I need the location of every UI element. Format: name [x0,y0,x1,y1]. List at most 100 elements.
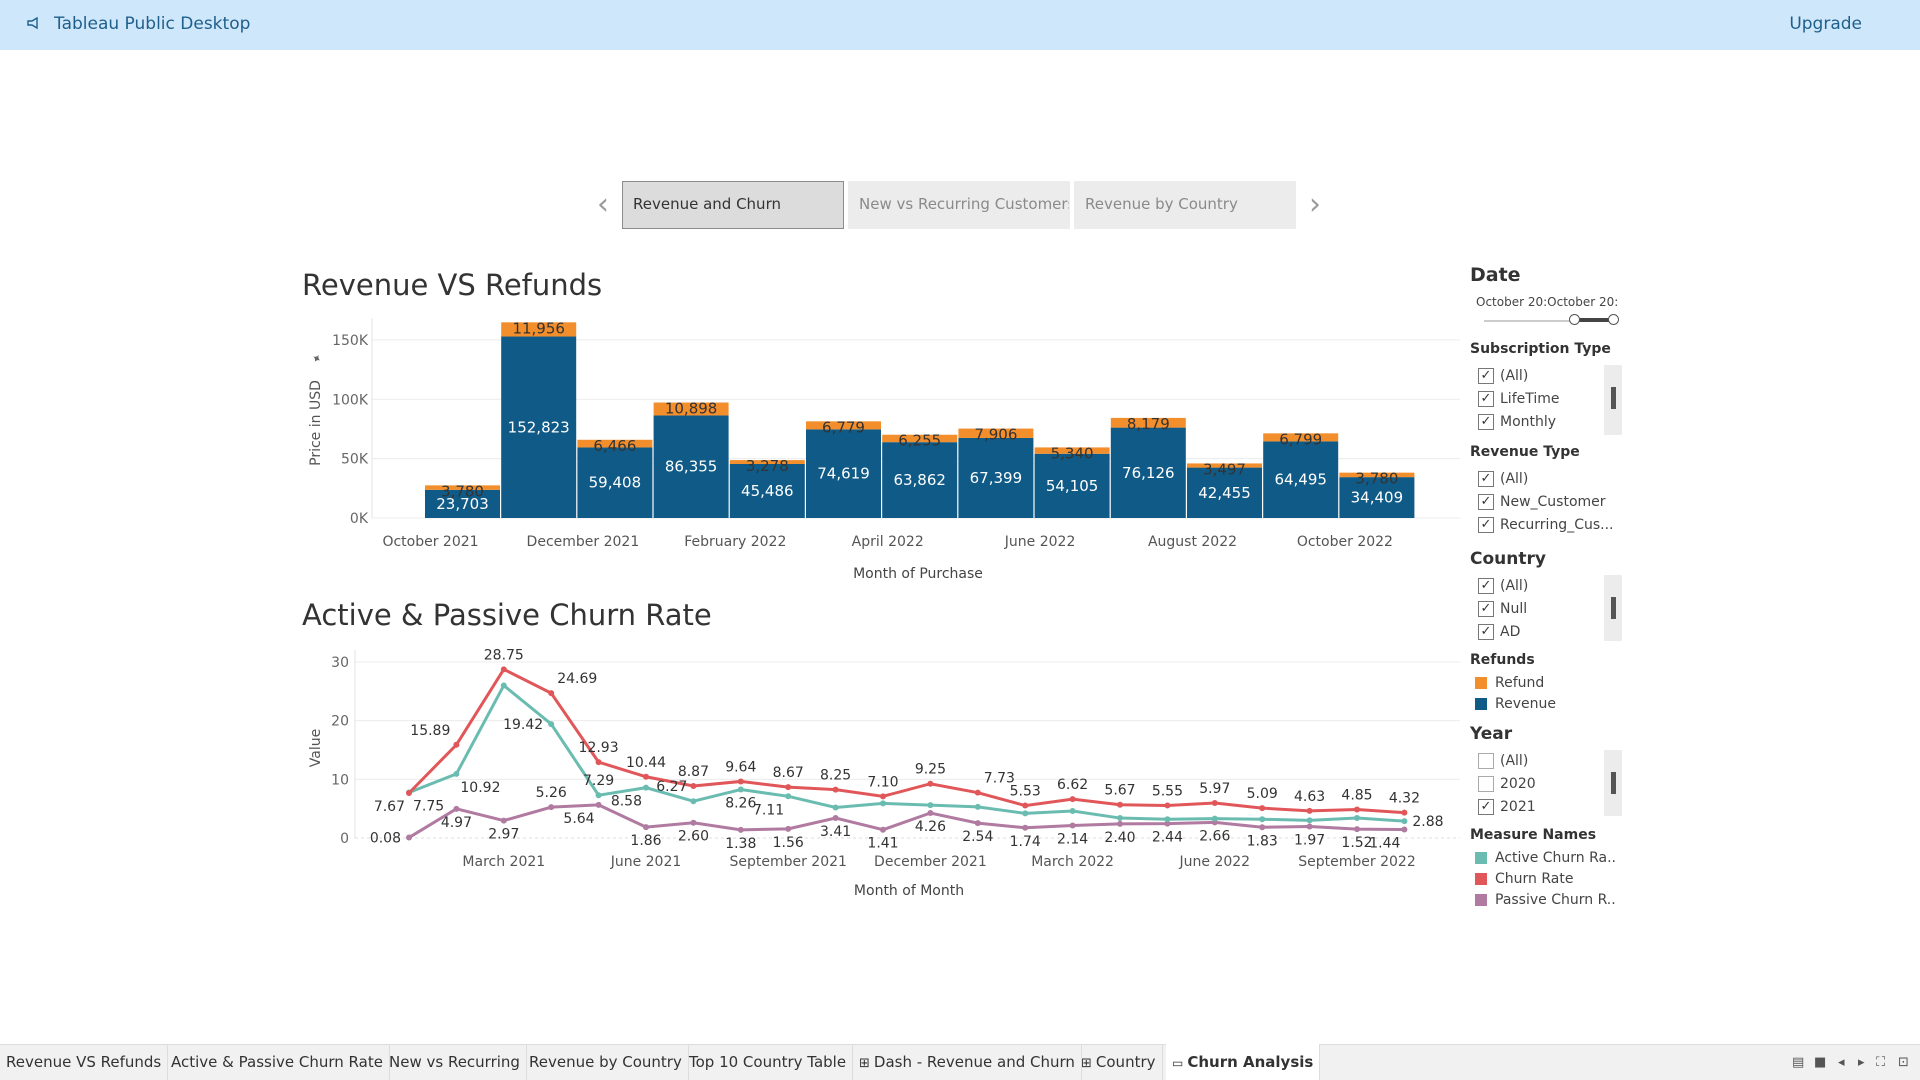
checkbox-icon[interactable]: ✓ [1478,414,1494,430]
x-tick-label: April 2022 [852,534,924,550]
checkbox-icon[interactable]: ✓ [1478,517,1494,533]
filter-option-year-2020[interactable]: 2020 [1478,774,1536,794]
scrollbar-thumb[interactable] [1611,387,1616,409]
data-point [500,817,507,824]
scrollbar-thumb[interactable] [1611,772,1616,794]
country-scrollbar[interactable] [1604,575,1622,641]
data-point [832,814,839,821]
filter-option-subscription-all[interactable]: ✓ (All) [1478,366,1528,386]
legend-item-revenue[interactable]: Revenue [1475,695,1556,713]
dashboard-icon: ⊞ [859,1056,870,1071]
filter-option-revenue-recurring[interactable]: ✓ Recurring_Cus... [1478,515,1614,535]
checkbox-icon[interactable]: ✓ [1478,494,1494,510]
story-point-revenue-by-country[interactable]: Revenue by Country [1074,181,1296,229]
legend-label: Revenue [1495,696,1556,712]
sheet-tab-revenue-by-country[interactable]: Revenue by Country [523,1044,689,1080]
data-point [1306,807,1313,814]
previous-sheet-icon[interactable]: ◂ [1838,1055,1845,1070]
checkbox-icon[interactable]: ✓ [1478,368,1494,384]
subscription-type-scrollbar[interactable] [1604,365,1622,435]
sheet-tab-new-vs-recurring[interactable]: New vs Recurring [383,1044,527,1080]
sheet-tab-top-10-country-table[interactable]: Top 10 Country Table [683,1044,854,1080]
x-tick-label: October 2022 [1297,534,1393,550]
data-point [453,770,460,777]
data-point [1022,810,1029,817]
story-point-revenue-and-churn[interactable]: Revenue and Churn [622,181,844,229]
show-tabs-icon[interactable]: ■ [1814,1055,1826,1070]
data-point [880,826,886,833]
churn-rate-line-chart[interactable]: 0 10 20 30 Value 7.67 7.75 0.08 15.89 10.92 4.97 28… [0,640,1460,910]
sheet-tab-label: Country [1095,1053,1156,1071]
upgrade-link[interactable]: Upgrade [1789,14,1862,34]
y-tick-label: 30 [331,655,349,671]
sheet-tab-active-passive-churn[interactable]: Active & Passive Churn Rate [165,1044,390,1080]
date-slider-start-handle[interactable] [1569,314,1580,325]
legend-label: Passive Churn R.. [1495,892,1616,908]
point-value-label: 5.97 [1199,781,1230,797]
revenue-type-filter-title: Revenue Type [1470,444,1580,460]
bar-revenue-label: 45,486 [741,482,794,500]
filter-option-year-all[interactable]: (All) [1478,751,1528,771]
point-value-label: 1.52 [1341,835,1372,851]
data-point [1354,806,1360,813]
x-tick-label: February 2022 [684,534,786,550]
date-slider-end-handle[interactable] [1608,314,1619,325]
point-value-label: 5.67 [1104,783,1135,799]
data-point [690,782,697,789]
point-value-label: 15.89 [410,723,450,739]
sheet-tab-dash-revenue-and-churn[interactable]: ⊞ Dash - Revenue and Churn [853,1044,1082,1080]
filter-option-subscription-lifetime[interactable]: ✓ LifeTime [1478,389,1560,409]
filter-option-country-ad[interactable]: ✓ AD [1478,622,1520,642]
point-value-label: 5.09 [1247,786,1278,802]
data-point [737,786,744,793]
filter-option-revenue-all[interactable]: ✓ (All) [1478,469,1528,489]
filter-option-subscription-monthly[interactable]: ✓ Monthly [1478,412,1556,432]
filter-option-country-null[interactable]: ✓ Null [1478,599,1527,619]
sheet-tab-country[interactable]: ⊞ Country [1075,1044,1163,1080]
chevron-left-icon[interactable]: ‹ [592,188,614,222]
filter-option-country-all[interactable]: ✓ (All) [1478,576,1528,596]
checkbox-icon[interactable] [1478,753,1494,769]
presentation-mode-icon[interactable]: ⊡ [1898,1055,1909,1070]
story-point-new-vs-recurring[interactable]: New vs Recurring Customers [848,181,1070,229]
data-point [1211,815,1218,822]
fullscreen-icon[interactable]: ⛶ [1876,1055,1885,1070]
show-filmstrip-icon[interactable]: ▤ [1792,1055,1804,1070]
data-point [643,824,649,831]
checkbox-icon[interactable]: ✓ [1478,578,1494,594]
checkbox-icon[interactable]: ✓ [1478,471,1494,487]
data-point [1069,796,1076,803]
legend-item-churn-rate[interactable]: Churn Rate [1475,870,1573,888]
legend-item-active-churn[interactable]: Active Churn Ra.. [1475,849,1616,867]
next-sheet-icon[interactable]: ▸ [1858,1055,1865,1070]
legend-item-passive-churn[interactable]: Passive Churn R.. [1475,891,1616,909]
point-value-label: 9.25 [915,762,946,778]
point-value-label: 2.40 [1104,830,1135,846]
scrollbar-thumb[interactable] [1611,597,1616,619]
measure-names-legend-title: Measure Names [1470,827,1597,843]
checkbox-icon[interactable]: ✓ [1478,624,1494,640]
data-point [1022,824,1029,831]
x-axis-label: Month of Purchase [853,566,983,580]
year-scrollbar[interactable] [1604,750,1622,816]
bar-refund-label: 11,956 [512,319,565,337]
point-value-label: 5.26 [536,785,567,801]
sheet-tab-churn-analysis[interactable]: ▭ Churn Analysis [1166,1044,1321,1080]
checkbox-icon[interactable]: ✓ [1478,799,1494,815]
filter-option-year-2021[interactable]: ✓ 2021 [1478,797,1536,817]
bar-refund-label: 3,278 [746,457,789,475]
legend-item-refund[interactable]: Refund [1475,674,1544,692]
data-point [595,801,602,808]
revenue-refund-bar-chart[interactable]: 0K50K100K150KPrice in USD✦23,7033,780152… [0,310,1460,580]
checkbox-icon[interactable]: ✓ [1478,601,1494,617]
x-tick-label: June 2022 [1179,854,1251,870]
point-value-label: 2.60 [678,829,709,845]
data-point [1401,818,1408,825]
y-tick-label: 0 [340,831,349,847]
checkbox-icon[interactable] [1478,776,1494,792]
checkbox-icon[interactable]: ✓ [1478,391,1494,407]
sheet-tab-revenue-vs-refunds[interactable]: Revenue VS Refunds [0,1044,169,1080]
filter-option-revenue-new-customer[interactable]: ✓ New_Customer [1478,492,1606,512]
chevron-right-icon[interactable]: › [1304,188,1326,222]
point-value-label: 1.97 [1294,832,1325,848]
